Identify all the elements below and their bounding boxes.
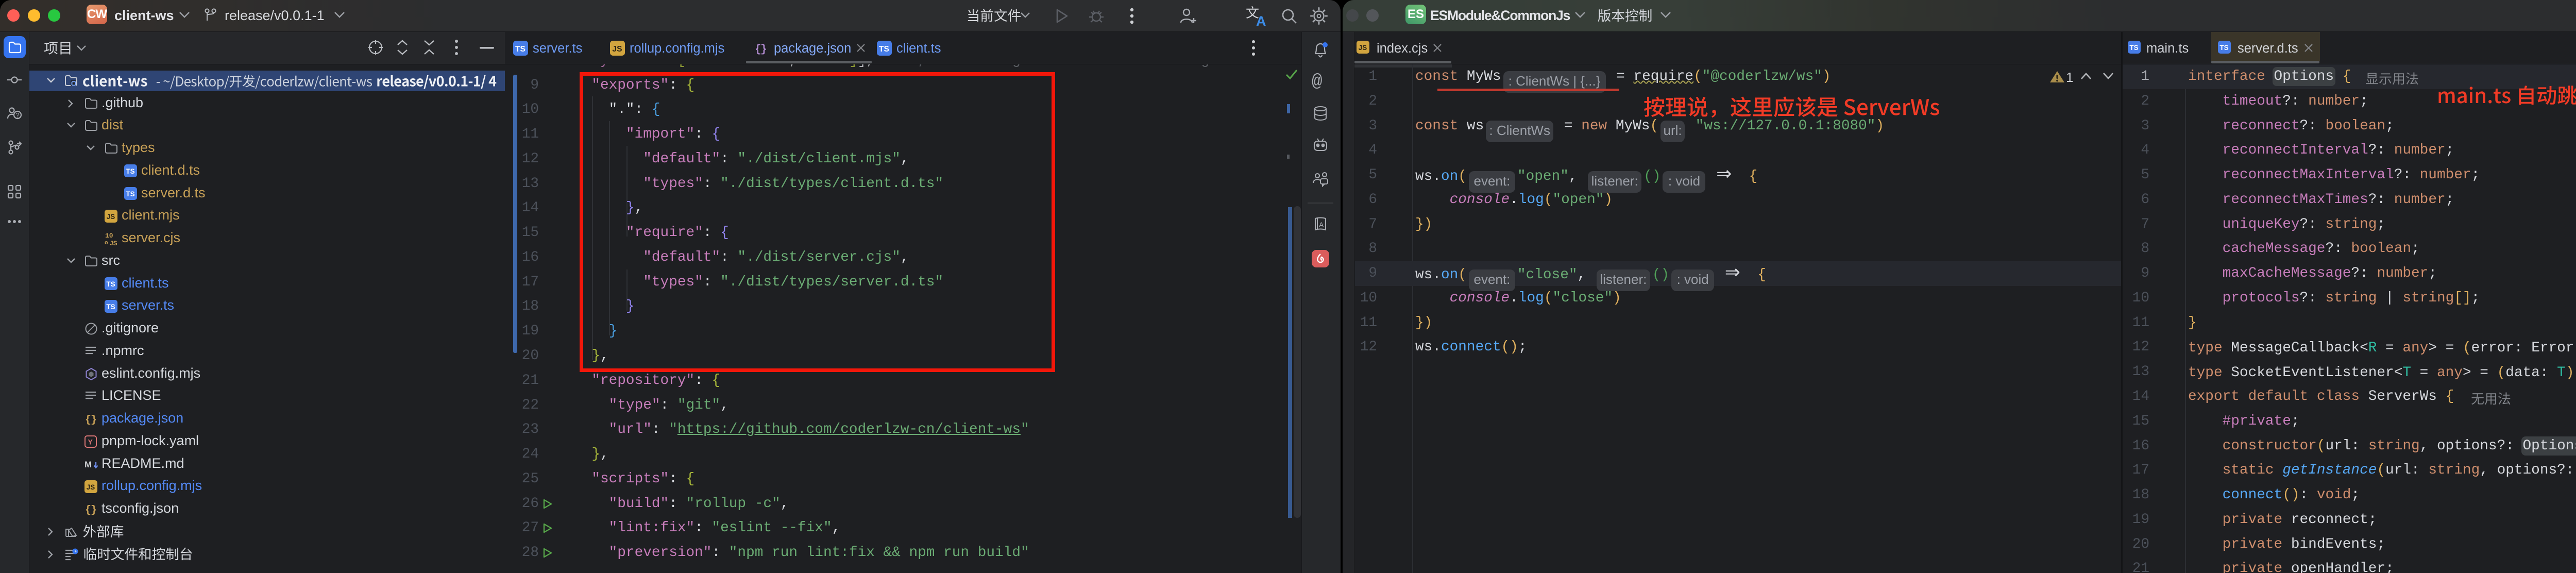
svg-text:TS: TS <box>106 280 115 288</box>
svg-text:JS: JS <box>87 483 95 491</box>
svg-text:TS: TS <box>515 44 526 53</box>
svg-text:TS: TS <box>126 167 134 175</box>
svg-text:TS: TS <box>2129 44 2138 52</box>
svg-text:JS: JS <box>612 44 622 53</box>
svg-text:M: M <box>84 460 92 469</box>
svg-text:?: ? <box>16 111 20 119</box>
svg-text:}: } <box>760 44 767 55</box>
svg-text:o: o <box>105 240 108 246</box>
svg-text:JS: JS <box>107 213 115 221</box>
svg-text:TS: TS <box>106 303 115 311</box>
svg-text:JS: JS <box>110 240 117 246</box>
svg-text:A: A <box>1319 221 1324 229</box>
svg-text:TS: TS <box>126 190 134 198</box>
svg-text:10: 10 <box>105 232 113 240</box>
svg-text:TS: TS <box>879 44 889 53</box>
svg-text:}: } <box>91 504 97 516</box>
svg-text:TS: TS <box>2219 44 2228 52</box>
svg-text:A: A <box>1256 13 1266 27</box>
svg-text:Y: Y <box>88 437 93 446</box>
svg-text:JS: JS <box>1359 44 1367 52</box>
svg-text:}: } <box>91 414 97 426</box>
